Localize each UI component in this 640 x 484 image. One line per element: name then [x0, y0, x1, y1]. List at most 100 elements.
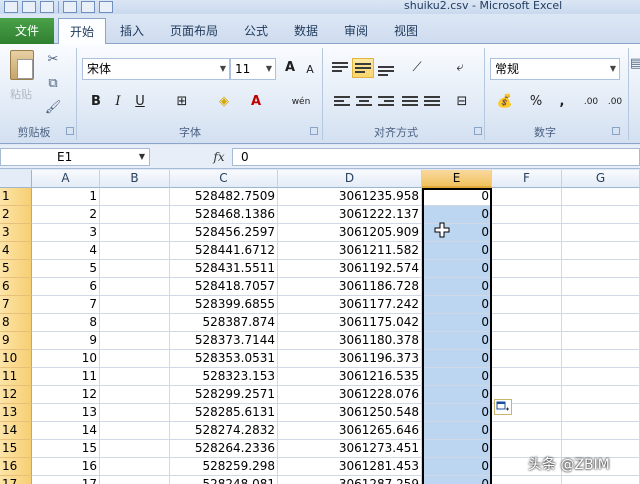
percent-button[interactable]: % — [526, 92, 546, 112]
column-header-f[interactable]: F — [492, 170, 562, 188]
cell-b14[interactable] — [100, 422, 170, 440]
grow-font-button[interactable]: A — [280, 58, 300, 78]
cell-d15[interactable]: 3061273.451 — [278, 440, 422, 458]
insert-function-icon[interactable]: fx — [208, 148, 230, 166]
cell-d12[interactable]: 3061228.076 — [278, 386, 422, 404]
cell-a1[interactable]: 1 — [32, 188, 100, 206]
cell-c7[interactable]: 528399.6855 — [170, 296, 278, 314]
tab-formulas[interactable]: 公式 — [236, 18, 276, 44]
row-header[interactable]: 8 — [0, 314, 32, 332]
cell-d6[interactable]: 3061186.728 — [278, 278, 422, 296]
cell-f3[interactable] — [492, 224, 562, 242]
cell-c13[interactable]: 528285.6131 — [170, 404, 278, 422]
cell-e4[interactable]: 0 — [422, 242, 492, 260]
tab-review[interactable]: 审阅 — [336, 18, 376, 44]
formula-input[interactable]: 0 — [232, 148, 640, 166]
cell-e10[interactable]: 0 — [422, 350, 492, 368]
cell-g5[interactable] — [562, 260, 640, 278]
cell-a4[interactable]: 4 — [32, 242, 100, 260]
cell-b7[interactable] — [100, 296, 170, 314]
select-all-corner[interactable] — [0, 170, 32, 188]
cell-e14[interactable]: 0 — [422, 422, 492, 440]
cell-g13[interactable] — [562, 404, 640, 422]
cell-a15[interactable]: 15 — [32, 440, 100, 458]
cell-a7[interactable]: 7 — [32, 296, 100, 314]
cell-f14[interactable] — [492, 422, 562, 440]
redo-icon[interactable] — [63, 1, 77, 13]
cell-e7[interactable]: 0 — [422, 296, 492, 314]
cell-g10[interactable] — [562, 350, 640, 368]
cell-b5[interactable] — [100, 260, 170, 278]
worksheet-grid[interactable]: A B C D E F G 1 1 528482.7509 3061235.958 0 2 2 528468… — [0, 170, 640, 484]
excel-logo-icon[interactable] — [4, 1, 18, 13]
cell-f6[interactable] — [492, 278, 562, 296]
decrease-indent-icon[interactable] — [402, 96, 418, 108]
cell-b3[interactable] — [100, 224, 170, 242]
cell-b12[interactable] — [100, 386, 170, 404]
shrink-font-button[interactable]: A — [300, 60, 320, 80]
cell-d2[interactable]: 3061222.137 — [278, 206, 422, 224]
cell-c10[interactable]: 528353.0531 — [170, 350, 278, 368]
tab-insert[interactable]: 插入 — [110, 18, 154, 44]
row-header[interactable]: 2 — [0, 206, 32, 224]
cell-d17[interactable]: 3061287.259 — [278, 476, 422, 484]
column-header-c[interactable]: C — [170, 170, 278, 188]
cell-f10[interactable] — [492, 350, 562, 368]
cell-d5[interactable]: 3061192.574 — [278, 260, 422, 278]
paste-button[interactable]: 粘贴 — [4, 48, 38, 108]
font-name-combo[interactable]: 宋体 ▼ — [82, 58, 230, 80]
cell-e5[interactable]: 0 — [422, 260, 492, 278]
cell-e17[interactable]: 0 — [422, 476, 492, 484]
number-launcher-icon[interactable] — [612, 127, 620, 135]
cell-g9[interactable] — [562, 332, 640, 350]
border-button[interactable]: ⊞ — [172, 92, 192, 112]
cell-b16[interactable] — [100, 458, 170, 476]
row-header[interactable]: 12 — [0, 386, 32, 404]
tab-file[interactable]: 文件 — [0, 18, 54, 44]
tab-page-layout[interactable]: 页面布局 — [160, 18, 228, 44]
cell-g8[interactable] — [562, 314, 640, 332]
column-header-b[interactable]: B — [100, 170, 170, 188]
format-painter-icon[interactable]: 🖌 — [42, 98, 64, 118]
cell-d13[interactable]: 3061250.548 — [278, 404, 422, 422]
row-header[interactable]: 17 — [0, 476, 32, 484]
column-header-a[interactable]: A — [32, 170, 100, 188]
cut-icon[interactable]: ✂ — [42, 50, 64, 70]
font-launcher-icon[interactable] — [310, 127, 318, 135]
cell-a14[interactable]: 14 — [32, 422, 100, 440]
align-center-icon[interactable] — [356, 96, 372, 108]
increase-decimal-button[interactable]: .00 — [580, 92, 602, 112]
cell-g1[interactable] — [562, 188, 640, 206]
tab-home[interactable]: 开始 — [58, 18, 106, 45]
cell-e6[interactable]: 0 — [422, 278, 492, 296]
row-header[interactable]: 1 — [0, 188, 32, 206]
cell-d1[interactable]: 3061235.958 — [278, 188, 422, 206]
cell-c4[interactable]: 528441.6712 — [170, 242, 278, 260]
row-header[interactable]: 5 — [0, 260, 32, 278]
cell-e16[interactable]: 0 — [422, 458, 492, 476]
cell-a9[interactable]: 9 — [32, 332, 100, 350]
cell-d10[interactable]: 3061196.373 — [278, 350, 422, 368]
cell-f7[interactable] — [492, 296, 562, 314]
cell-c5[interactable]: 528431.5511 — [170, 260, 278, 278]
cell-d3[interactable]: 3061205.909 — [278, 224, 422, 242]
cell-g4[interactable] — [562, 242, 640, 260]
cell-g6[interactable] — [562, 278, 640, 296]
cell-b11[interactable] — [100, 368, 170, 386]
tab-data[interactable]: 数据 — [286, 18, 326, 44]
orientation-button[interactable]: ⟋ — [404, 58, 430, 78]
cell-f4[interactable] — [492, 242, 562, 260]
cell-f2[interactable] — [492, 206, 562, 224]
cell-c9[interactable]: 528373.7144 — [170, 332, 278, 350]
column-header-g[interactable]: G — [562, 170, 640, 188]
cell-f9[interactable] — [492, 332, 562, 350]
font-size-combo[interactable]: 11 ▼ — [230, 58, 276, 80]
cell-d4[interactable]: 3061211.582 — [278, 242, 422, 260]
cell-c11[interactable]: 528323.153 — [170, 368, 278, 386]
fill-color-button[interactable]: ◈ — [214, 92, 234, 112]
cell-a11[interactable]: 11 — [32, 368, 100, 386]
cell-d9[interactable]: 3061180.378 — [278, 332, 422, 350]
cell-e11[interactable]: 0 — [422, 368, 492, 386]
row-header[interactable]: 11 — [0, 368, 32, 386]
cell-a12[interactable]: 12 — [32, 386, 100, 404]
